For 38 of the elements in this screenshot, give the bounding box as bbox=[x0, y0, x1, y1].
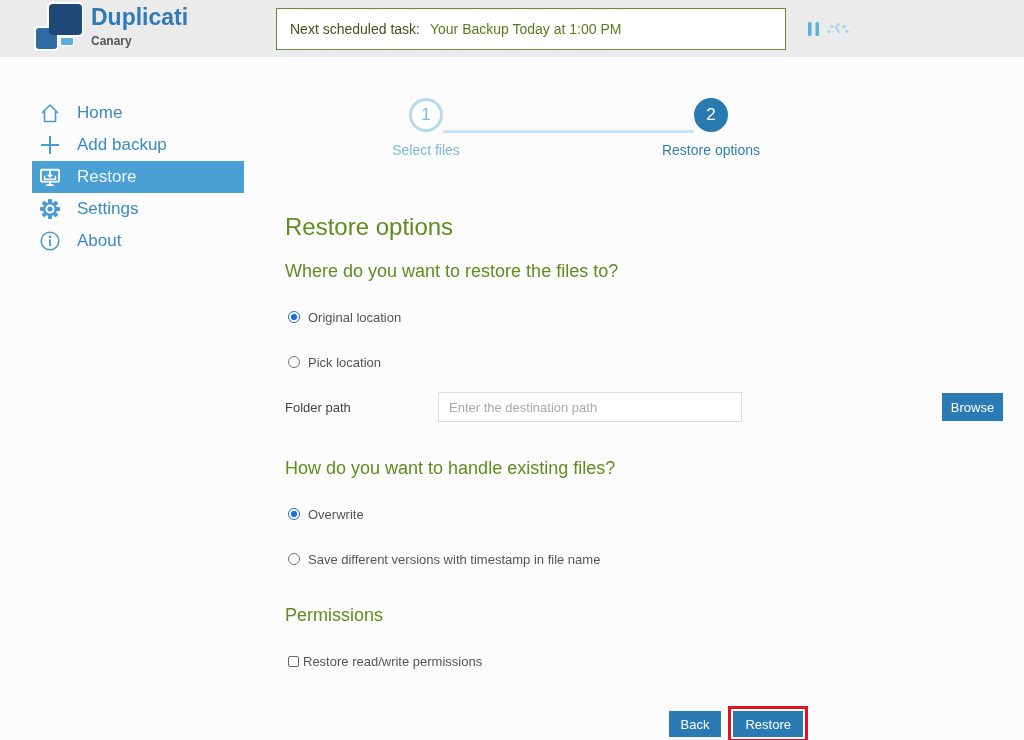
gear-icon bbox=[40, 199, 60, 219]
option-label[interactable]: Save different versions with timestamp in file name bbox=[308, 551, 601, 567]
section-heading: Permissions bbox=[285, 604, 384, 627]
app-name: Duplicati bbox=[91, 3, 189, 30]
sidebar-item[interactable]: About bbox=[32, 225, 244, 257]
sidebar-item[interactable]: Settings bbox=[32, 193, 244, 225]
schedule-value: Your Backup Today at 1:00 PM bbox=[429, 20, 622, 37]
sidebar-item[interactable]: Restore bbox=[32, 161, 244, 193]
home-icon bbox=[40, 103, 60, 123]
step-label: Restore options bbox=[661, 142, 761, 158]
browse-button[interactable]: Browse bbox=[942, 393, 1003, 421]
plus-icon bbox=[40, 135, 60, 155]
schedule-label: Next scheduled task: bbox=[290, 20, 420, 37]
action-button[interactable]: Restore bbox=[733, 711, 803, 737]
option-label[interactable]: Original location bbox=[308, 309, 402, 325]
monitor-download-icon bbox=[40, 167, 60, 187]
option-label[interactable]: Restore read/write permissions bbox=[303, 653, 483, 669]
radio-button[interactable] bbox=[288, 311, 300, 323]
radio-button[interactable] bbox=[288, 508, 300, 520]
option-label[interactable]: Pick location bbox=[308, 354, 381, 370]
section-heading: Where do you want to restore the files to? bbox=[285, 260, 619, 283]
page-title: Restore options bbox=[285, 212, 454, 242]
action-button[interactable]: Back bbox=[668, 711, 722, 737]
info-icon bbox=[40, 231, 60, 251]
sidebar-item[interactable]: Add backup bbox=[32, 129, 244, 161]
step-label: Select files bbox=[392, 142, 460, 158]
checkbox[interactable] bbox=[288, 655, 299, 667]
section-heading: How do you want to handle existing files? bbox=[285, 457, 616, 480]
pause-icon[interactable] bbox=[808, 21, 819, 36]
radio-button[interactable] bbox=[288, 356, 300, 368]
path-input[interactable]: Enter the destination path bbox=[438, 392, 742, 422]
field-label: Folder path bbox=[285, 399, 352, 415]
app-edition: Canary bbox=[91, 33, 132, 48]
logo-icon bbox=[33, 1, 83, 51]
option-label[interactable]: Overwrite bbox=[308, 506, 364, 522]
radio-button[interactable] bbox=[288, 553, 300, 565]
sidebar-item[interactable]: Home bbox=[32, 97, 244, 129]
step-circle[interactable]: 2 bbox=[694, 98, 728, 132]
